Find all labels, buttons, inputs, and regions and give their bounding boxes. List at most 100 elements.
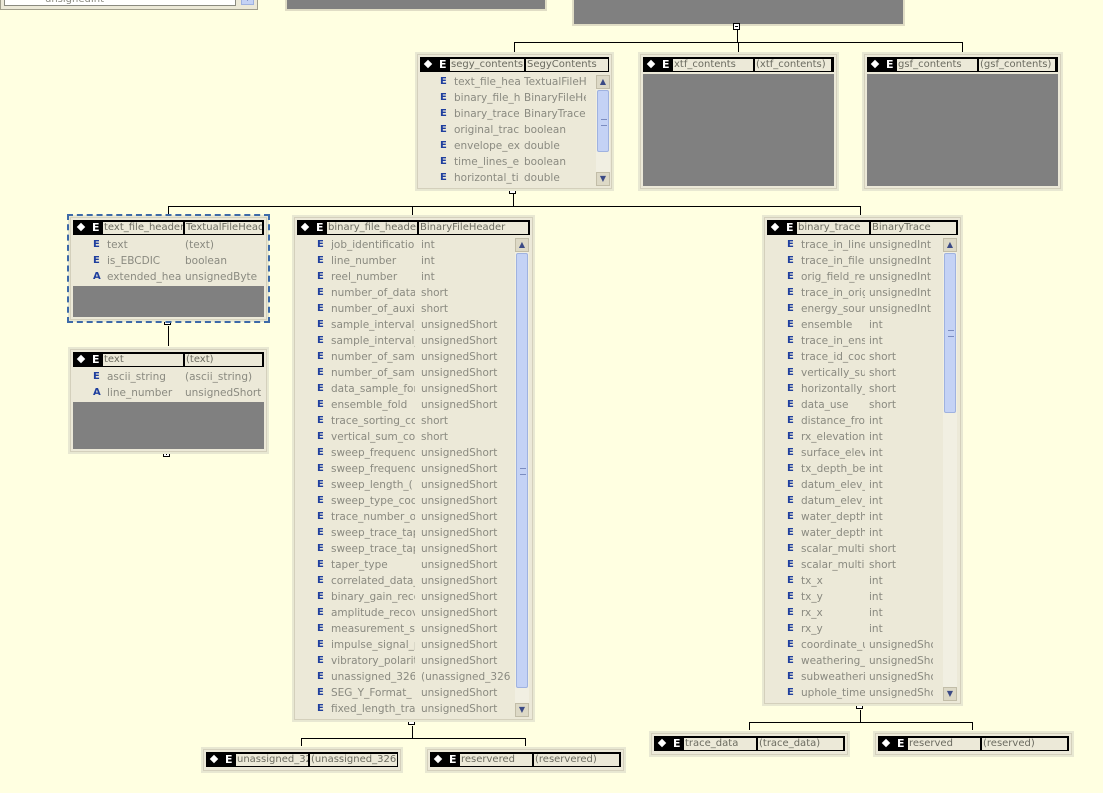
- scroll-down-icon[interactable]: ▼: [596, 172, 610, 186]
- element-glyph-icon: E: [225, 753, 233, 766]
- row-name: envelope_ex: [454, 140, 520, 152]
- element-unassigned-3261[interactable]: E unassigned_32 (unassigned_3261: [203, 749, 401, 771]
- row-type: int: [869, 495, 883, 507]
- row-type: int: [869, 415, 883, 427]
- element-icon: E: [787, 591, 794, 602]
- vertical-scrollbar[interactable]: ▲ ▼: [515, 238, 529, 717]
- collapse-toggle[interactable]: [733, 23, 740, 30]
- scroll-up-icon[interactable]: ▲: [515, 238, 529, 252]
- row-name: correlated_data_: [331, 575, 415, 587]
- element-icon: E: [787, 671, 794, 682]
- element-icon: E: [317, 383, 324, 394]
- row-name: rx_elevation: [801, 431, 865, 443]
- row-name: sweep_frequency: [331, 447, 415, 459]
- row-type: short: [421, 415, 448, 427]
- element-reserved[interactable]: E reserved (reserved): [875, 733, 1072, 755]
- diamond-icon: [209, 754, 219, 764]
- row-type: int: [869, 511, 883, 523]
- element-name: trace_data: [684, 738, 756, 750]
- row-name: trace_sorting_co: [331, 415, 415, 427]
- element-text[interactable]: E text (text) Eascii_string (ascii_string…: [70, 349, 267, 452]
- row-name: sweep_length_(: [331, 479, 413, 491]
- connector: [412, 726, 413, 738]
- scrollbar-thumb[interactable]: [516, 253, 528, 688]
- element-glyph-icon: E: [662, 58, 670, 71]
- row-type: unsignedInt: [869, 271, 932, 283]
- element-binary-trace[interactable]: E binary_trace BinaryTrace Etrace_in_lin…: [764, 217, 961, 704]
- element-icon: E: [317, 623, 324, 634]
- attribute-icon: A: [93, 271, 101, 282]
- vertical-scrollbar[interactable]: ▲ ▼: [943, 238, 957, 701]
- connector: [749, 722, 750, 730]
- row-type: int: [869, 623, 883, 635]
- element-glyph-icon: E: [316, 221, 324, 234]
- row-type: short: [869, 367, 896, 379]
- connector: [972, 722, 973, 730]
- connector: [301, 738, 526, 739]
- element-header: E binary_file_header BinaryFileHeader: [297, 220, 530, 235]
- element-reservered[interactable]: E reservered (reservered): [427, 749, 624, 771]
- scrollbar-thumb[interactable]: [597, 90, 609, 152]
- element-header: E unassigned_32 (unassigned_3261: [206, 752, 398, 767]
- element-body: [867, 74, 1058, 186]
- element-fragment-top-middle[interactable]: [285, 0, 547, 11]
- element-binary-file-header[interactable]: E binary_file_header BinaryFileHeader Ej…: [294, 217, 533, 720]
- row-type: unsignedInt: [869, 303, 932, 315]
- scroll-up-icon[interactable]: ▲: [943, 238, 957, 252]
- scroll-up-icon[interactable]: ▲: [596, 75, 610, 89]
- element-icon: E: [787, 383, 794, 394]
- row-name: surface_elev: [801, 447, 865, 459]
- row-type: unsignedShort: [421, 335, 498, 347]
- scroll-down-icon[interactable]: ▼: [943, 687, 957, 701]
- element-type: (text): [185, 354, 262, 366]
- chevron-down-icon[interactable]: ▼: [241, 0, 254, 5]
- row-type: BinaryFileHe: [524, 92, 586, 104]
- element-segy-contents[interactable]: E segy_contents SegyContents Etext_file_…: [417, 54, 612, 189]
- type-dropdown-fragment[interactable]: unsignedInt ▼: [0, 0, 258, 10]
- scroll-down-icon[interactable]: ▼: [515, 703, 529, 717]
- element-name: unassigned_32: [236, 754, 308, 766]
- vertical-scrollbar[interactable]: ▲ ▼: [596, 75, 610, 186]
- row-type: (text): [185, 239, 214, 251]
- row-type: unsignedShort: [421, 367, 498, 379]
- element-header: E gsf_contents (gsf_contents): [867, 57, 1058, 72]
- element-icon: E: [317, 399, 324, 410]
- row-type: int: [869, 479, 883, 491]
- element-name: text_file_header: [103, 222, 183, 234]
- row-type: unsignedShort: [421, 495, 498, 507]
- element-icon: E: [317, 495, 324, 506]
- element-icon: E: [317, 415, 324, 426]
- element-body: [73, 286, 264, 317]
- element-trace-data[interactable]: E trace_data (trace_data): [651, 733, 848, 755]
- element-name: gsf_contents: [897, 59, 977, 71]
- element-icon: E: [317, 255, 324, 266]
- row-name: line_number: [107, 387, 173, 399]
- element-icon: E: [787, 655, 794, 666]
- element-icon: E: [317, 655, 324, 666]
- element-name: binary_file_header: [327, 222, 417, 234]
- element-icon: E: [787, 639, 794, 650]
- scrollbar-thumb[interactable]: [944, 253, 956, 413]
- row-type: unsignedShort: [421, 383, 498, 395]
- row-name: amplitude_recov: [331, 607, 415, 619]
- element-type: (unassigned_3261: [310, 754, 397, 766]
- element-icon: E: [787, 543, 794, 554]
- element-icon: E: [440, 156, 447, 167]
- element-text-file-header[interactable]: E text_file_header TextualFileHeader Ete…: [67, 214, 270, 323]
- element-icon: E: [317, 511, 324, 522]
- element-gsf-contents[interactable]: E gsf_contents (gsf_contents): [864, 54, 1061, 189]
- element-icon: E: [317, 543, 324, 554]
- element-xtf-contents[interactable]: E xtf_contents (xtf_contents): [640, 54, 837, 189]
- element-icon: E: [787, 511, 794, 522]
- row-name: time_lines_e: [454, 156, 520, 168]
- element-icon: E: [787, 287, 794, 298]
- row-type: unsignedSho: [869, 687, 933, 699]
- row-name: number_of_auxili: [331, 303, 415, 315]
- row-name: scalar_multip: [801, 559, 865, 571]
- diamond-icon: [433, 754, 443, 764]
- connector: [513, 194, 514, 206]
- row-type: unsignedShort: [421, 399, 498, 411]
- row-type: int: [869, 527, 883, 539]
- element-icon: E: [787, 527, 794, 538]
- element-icon: E: [317, 591, 324, 602]
